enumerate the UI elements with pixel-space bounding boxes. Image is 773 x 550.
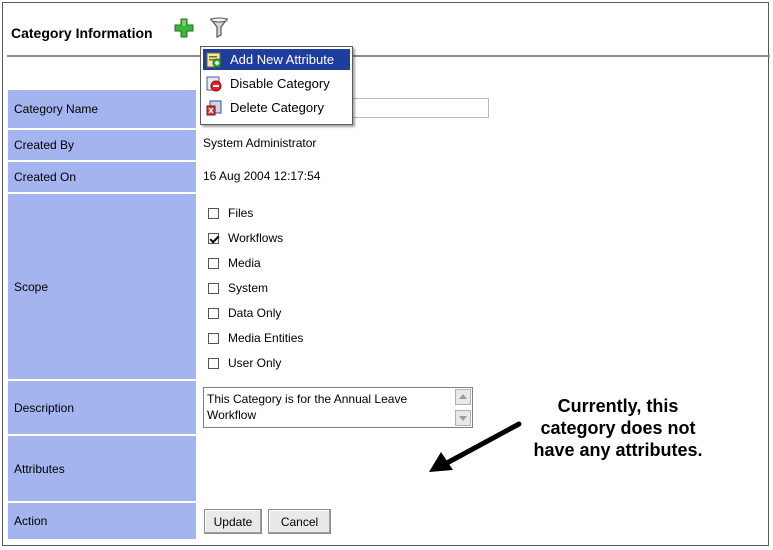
created-by-label-text: Created By xyxy=(14,138,75,152)
scope-option-system[interactable]: System xyxy=(208,280,268,296)
scope-label: Scope xyxy=(8,194,196,379)
checkbox[interactable] xyxy=(208,207,219,219)
annotation-arrow-icon xyxy=(429,421,522,472)
description-text: This Category is for the Annual Leave Wo… xyxy=(207,392,411,422)
description-label-text: Description xyxy=(14,400,75,415)
add-attribute-icon xyxy=(206,52,222,67)
scope-option-label: Media Entities xyxy=(228,331,304,345)
scope-option-label: User Only xyxy=(228,356,282,370)
menu-item-label: Delete Category xyxy=(230,100,324,115)
cancel-button[interactable]: Cancel xyxy=(268,509,331,534)
scope-option-label: System xyxy=(228,281,269,295)
checkbox[interactable] xyxy=(208,257,219,269)
menu-item-label: Add New Attribute xyxy=(230,52,335,67)
annotation-line-1: Currently, this xyxy=(557,396,679,416)
action-label: Action xyxy=(8,503,196,539)
scope-label-text: Scope xyxy=(14,279,49,294)
created-on-label: Created On xyxy=(8,162,196,192)
action-label-text: Action xyxy=(14,514,48,528)
menu-item-disable-category[interactable]: Disable Category xyxy=(203,73,350,94)
scroll-up-icon[interactable] xyxy=(455,389,471,405)
created-on-value: 16 Aug 2004 12:17:54 xyxy=(203,169,321,183)
annotation-callout: Currently, this category does not have a… xyxy=(513,395,723,461)
scope-option-label: Media xyxy=(228,256,261,270)
checkbox-checked[interactable] xyxy=(208,232,219,244)
category-name-label-text: Category Name xyxy=(14,102,99,116)
checkbox[interactable] xyxy=(208,357,219,369)
scope-option-media-entities[interactable]: Media Entities xyxy=(208,330,303,346)
disable-icon xyxy=(206,76,222,91)
page-title: Category Information xyxy=(11,25,153,41)
created-by-label: Created By xyxy=(8,130,196,160)
category-actions-menu: Add New Attribute Disable Category Delet… xyxy=(200,46,353,125)
created-on-label-text: Created On xyxy=(14,170,77,184)
checkbox[interactable] xyxy=(208,307,219,319)
checkbox[interactable] xyxy=(208,282,219,294)
scope-option-files[interactable]: Files xyxy=(208,205,253,221)
scope-option-workflows[interactable]: Workflows xyxy=(208,230,283,246)
scope-option-label: Data Only xyxy=(228,306,282,320)
category-name-input[interactable] xyxy=(351,98,489,118)
funnel-icon[interactable] xyxy=(209,17,229,39)
header-divider xyxy=(7,55,770,57)
attributes-label: Attributes xyxy=(8,436,196,501)
annotation-line-2: category does not xyxy=(540,418,696,438)
checkbox[interactable] xyxy=(208,332,219,344)
annotation-line-3: have any attributes. xyxy=(533,440,703,460)
created-by-value: System Administrator xyxy=(203,136,317,150)
update-button[interactable]: Update xyxy=(204,509,262,534)
category-name-label: Category Name xyxy=(8,90,196,128)
scope-option-label: Workflows xyxy=(228,231,284,245)
attributes-label-text: Attributes xyxy=(14,461,65,476)
scope-option-data-only[interactable]: Data Only xyxy=(208,305,281,321)
scope-option-media[interactable]: Media xyxy=(208,255,261,271)
plus-icon[interactable] xyxy=(174,18,194,38)
menu-item-add-new-attribute[interactable]: Add New Attribute xyxy=(203,49,350,70)
category-information-panel: Category Information Category Name Creat… xyxy=(2,2,770,546)
menu-item-label: Disable Category xyxy=(230,76,330,91)
delete-icon xyxy=(206,100,222,115)
scope-option-label: Files xyxy=(228,206,254,220)
description-label: Description xyxy=(8,381,196,434)
scope-option-user-only[interactable]: User Only xyxy=(208,355,281,371)
menu-item-delete-category[interactable]: Delete Category xyxy=(203,97,350,118)
